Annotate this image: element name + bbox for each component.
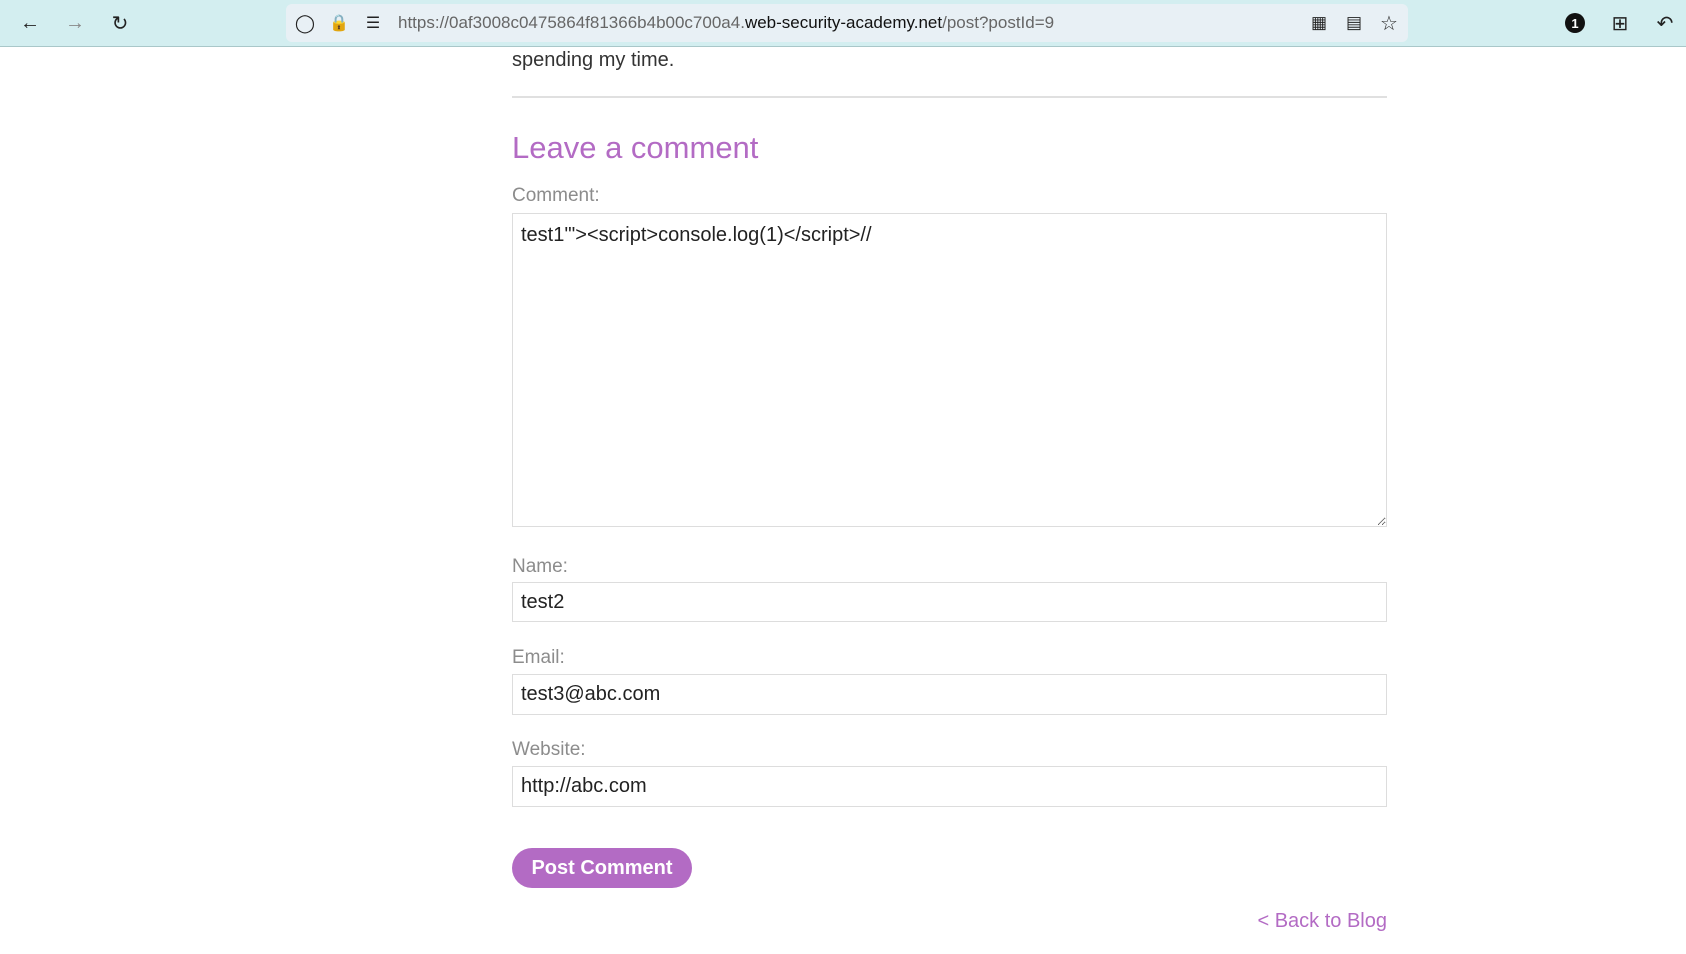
comment-textarea[interactable]: test1'"><script>console.log(1)</script>/… <box>512 213 1387 527</box>
shield-icon[interactable]: ◯ <box>292 10 318 36</box>
name-input[interactable] <box>512 582 1387 622</box>
back-to-blog-link[interactable]: < Back to Blog <box>1257 910 1387 933</box>
website-label: Website: <box>512 739 586 760</box>
comment-label: Comment: <box>512 185 600 206</box>
name-label: Name: <box>512 556 568 577</box>
lock-icon[interactable]: 🔒 <box>326 10 352 36</box>
extension-badge-icon[interactable]: 1 <box>1562 10 1588 36</box>
reader-view-icon[interactable]: ▤ <box>1341 10 1367 36</box>
crop-icon[interactable]: ⊞ <box>1607 10 1633 36</box>
divider <box>512 96 1387 98</box>
back-icon[interactable]: ← <box>17 10 43 36</box>
permissions-icon[interactable]: ☰ <box>360 10 386 36</box>
url-text[interactable]: https://0af3008c0475864f81366b4b00c700a4… <box>398 13 1054 33</box>
email-input[interactable] <box>512 674 1387 715</box>
url-domain: web-security-academy.net <box>744 13 943 32</box>
extension-badge: 1 <box>1565 13 1585 33</box>
website-input[interactable] <box>512 766 1387 807</box>
address-bar[interactable]: ◯ 🔒 ☰ https://0af3008c0475864f81366b4b00… <box>286 4 1408 42</box>
reload-icon[interactable]: ↻ <box>107 10 133 36</box>
comment-heading: Leave a comment <box>512 130 759 165</box>
qr-code-icon[interactable]: ▦ <box>1306 10 1332 36</box>
post-comment-button[interactable]: Post Comment <box>512 848 692 888</box>
url-path: /post?postId=9 <box>942 13 1055 32</box>
forward-icon[interactable]: → <box>62 10 88 36</box>
post-text: spending my time. <box>512 49 675 71</box>
email-label: Email: <box>512 647 565 668</box>
bookmark-star-icon[interactable]: ☆ <box>1376 10 1402 36</box>
undo-icon[interactable]: ↶ <box>1652 10 1678 36</box>
url-prefix: https://0af3008c0475864f81366b4b00c700a4… <box>398 13 745 32</box>
browser-toolbar: ← → ↻ ◯ 🔒 ☰ https://0af3008c0475864f8136… <box>0 0 1686 47</box>
